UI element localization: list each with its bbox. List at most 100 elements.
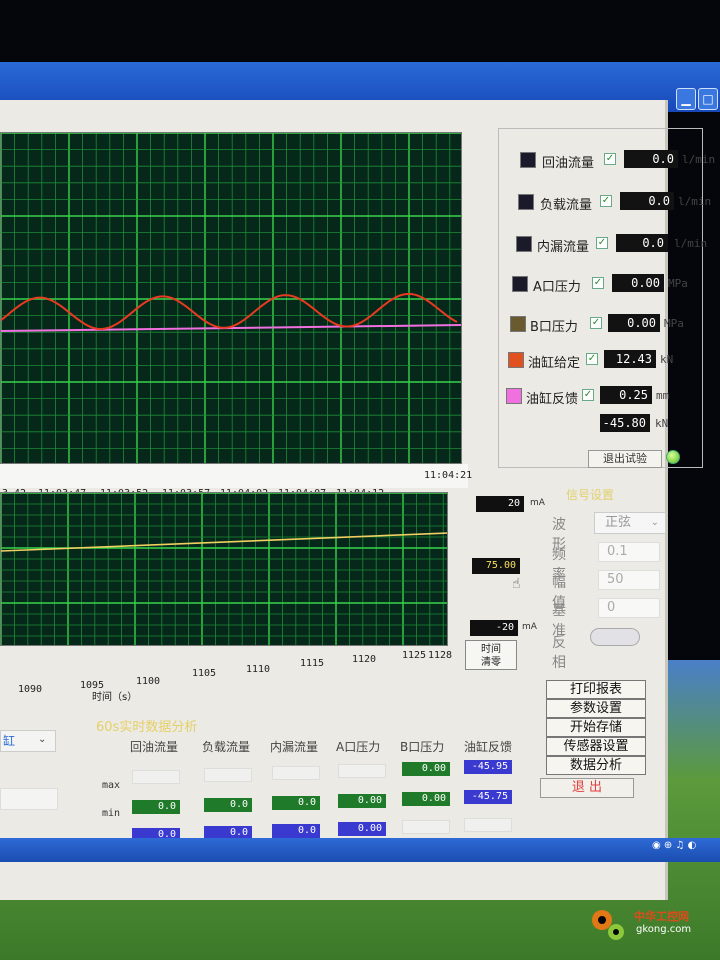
- channel-unit: l/min: [678, 195, 712, 208]
- channel-checkbox[interactable]: ✓: [582, 389, 594, 401]
- stats-cell: [338, 764, 386, 778]
- chevron-down-icon: ⌄: [650, 517, 659, 528]
- top-chart-plot: [1, 133, 461, 463]
- channel-checkbox[interactable]: ✓: [596, 237, 608, 249]
- stats-cell: [132, 770, 180, 784]
- channel-value: 0.0: [620, 192, 674, 210]
- stats-column-header: 油缸反馈: [464, 740, 513, 754]
- channel-unit: l/min: [682, 153, 716, 166]
- channel-unit: kN: [660, 353, 674, 366]
- top-chart-axis: [0, 464, 468, 488]
- minimize-button[interactable]: ▁: [676, 88, 696, 110]
- scale-max-value[interactable]: 20: [476, 496, 524, 512]
- time-clear-button[interactable]: 时间 清零: [465, 640, 517, 670]
- x-tick: 1110: [246, 664, 271, 675]
- watermark-logo: 中华工控网 gkong.com: [586, 902, 716, 948]
- exit-button[interactable]: 退 出: [540, 778, 634, 798]
- channel-unit: MPa: [668, 277, 688, 290]
- channel-color-swatch[interactable]: [518, 194, 534, 210]
- scale-min-value[interactable]: -20: [470, 620, 518, 636]
- channel-color-swatch[interactable]: [516, 236, 532, 252]
- stats-cell: 0.00: [402, 792, 450, 806]
- stats-column-header: 回油流量: [130, 740, 179, 754]
- data-analysis-button[interactable]: 数据分析: [546, 756, 646, 775]
- left-select-value: 缸: [3, 734, 16, 748]
- watermark-url: gkong.com: [636, 924, 692, 935]
- amplitude-input[interactable]: 50: [598, 570, 660, 590]
- exit-test-button[interactable]: 退出试验: [588, 450, 662, 468]
- print-report-button[interactable]: 打印报表: [546, 680, 646, 699]
- stats-cell: [464, 818, 512, 832]
- stats-cell: 0.0: [272, 824, 320, 838]
- stats-cell: -45.95: [464, 760, 512, 774]
- channel-label: 负载流量: [540, 198, 593, 213]
- channel-checkbox[interactable]: ✓: [600, 195, 612, 207]
- gear-icon: [592, 910, 624, 940]
- sensor-settings-button[interactable]: 传感器设置: [546, 737, 646, 756]
- channel-color-swatch[interactable]: [520, 152, 536, 168]
- channel-label: 回油流量: [542, 156, 595, 171]
- stats-cell: 0.00: [338, 822, 386, 836]
- stats-cell: [402, 820, 450, 834]
- stats-cell: 0.00: [402, 762, 450, 776]
- reverse-toggle[interactable]: [590, 628, 640, 646]
- channel-color-swatch[interactable]: [508, 352, 524, 368]
- channel-value: 0.00: [612, 274, 664, 292]
- stats-cell: 0.0: [204, 798, 252, 812]
- scale-min-unit: mA: [522, 622, 537, 632]
- stats-cell: 0.0: [132, 800, 180, 814]
- x-tick: 1090: [18, 684, 43, 695]
- frequency-input[interactable]: 0.1: [598, 542, 660, 562]
- taskbar: [0, 838, 720, 862]
- start-storage-button[interactable]: 开始存储: [546, 718, 646, 737]
- scale-max-unit: mA: [530, 498, 545, 508]
- stats-column-header: 内漏流量: [270, 740, 319, 754]
- channel-value: 12.43: [604, 350, 656, 368]
- baseline-input[interactable]: 0: [598, 598, 660, 618]
- channel-color-swatch[interactable]: [512, 276, 528, 292]
- channel-value: 0.0: [624, 150, 678, 168]
- system-tray: ◉ ⊕ ♫ ◐: [652, 840, 697, 851]
- extra-value: -45.80: [600, 414, 650, 432]
- maximize-button[interactable]: □: [698, 88, 718, 110]
- parameter-settings-button[interactable]: 参数设置: [546, 699, 646, 718]
- stats-title: 60s实时数据分析: [96, 720, 198, 735]
- channel-unit: mm: [656, 389, 670, 402]
- watermark-text: 中华工控网: [634, 910, 689, 923]
- channel-unit: l/min: [674, 237, 708, 250]
- waveform-select[interactable]: 正弦 ⌄: [594, 512, 666, 534]
- channel-value: 0.25: [600, 386, 652, 404]
- bottom-chart-x-label: 时间（s）: [92, 692, 138, 703]
- channel-checkbox[interactable]: ✓: [604, 153, 616, 165]
- left-channel-select[interactable]: 缸: [0, 730, 56, 752]
- x-tick: 11:04:21: [424, 470, 473, 481]
- top-chart: [0, 132, 462, 464]
- bottom-chart: [0, 492, 448, 646]
- channel-value: 0.00: [608, 314, 660, 332]
- channel-checkbox[interactable]: ✓: [592, 277, 604, 289]
- scale-mid-value[interactable]: 75.00: [472, 558, 520, 574]
- stats-column-header: A口压力: [336, 740, 381, 754]
- channel-label: 油缸反馈: [526, 392, 579, 407]
- signal-settings-title: 信号设置: [566, 488, 615, 502]
- chevron-down-icon: ⌄: [38, 734, 47, 745]
- stats-cell: 0.00: [338, 794, 386, 808]
- x-tick: 1105: [192, 668, 217, 679]
- channel-color-swatch[interactable]: [510, 316, 526, 332]
- stats-column-header: B口压力: [400, 740, 445, 754]
- stats-cell: [272, 766, 320, 780]
- stats-cell: -45.75: [464, 790, 512, 804]
- reverse-label: 反相: [552, 635, 566, 671]
- channel-color-swatch[interactable]: [506, 388, 522, 404]
- status-led: [666, 450, 680, 464]
- x-tick: 1115: [300, 658, 325, 669]
- bottom-chart-plot: [1, 493, 447, 645]
- hand-cursor-icon: ☝: [512, 576, 521, 592]
- channel-checkbox[interactable]: ✓: [586, 353, 598, 365]
- channel-label: 油缸给定: [528, 356, 581, 371]
- channel-checkbox[interactable]: ✓: [590, 317, 602, 329]
- stats-row-label: max: [102, 780, 121, 791]
- stats-row-label: min: [102, 808, 121, 819]
- left-input[interactable]: [0, 788, 58, 810]
- clear-label-line1: 时间: [481, 644, 501, 655]
